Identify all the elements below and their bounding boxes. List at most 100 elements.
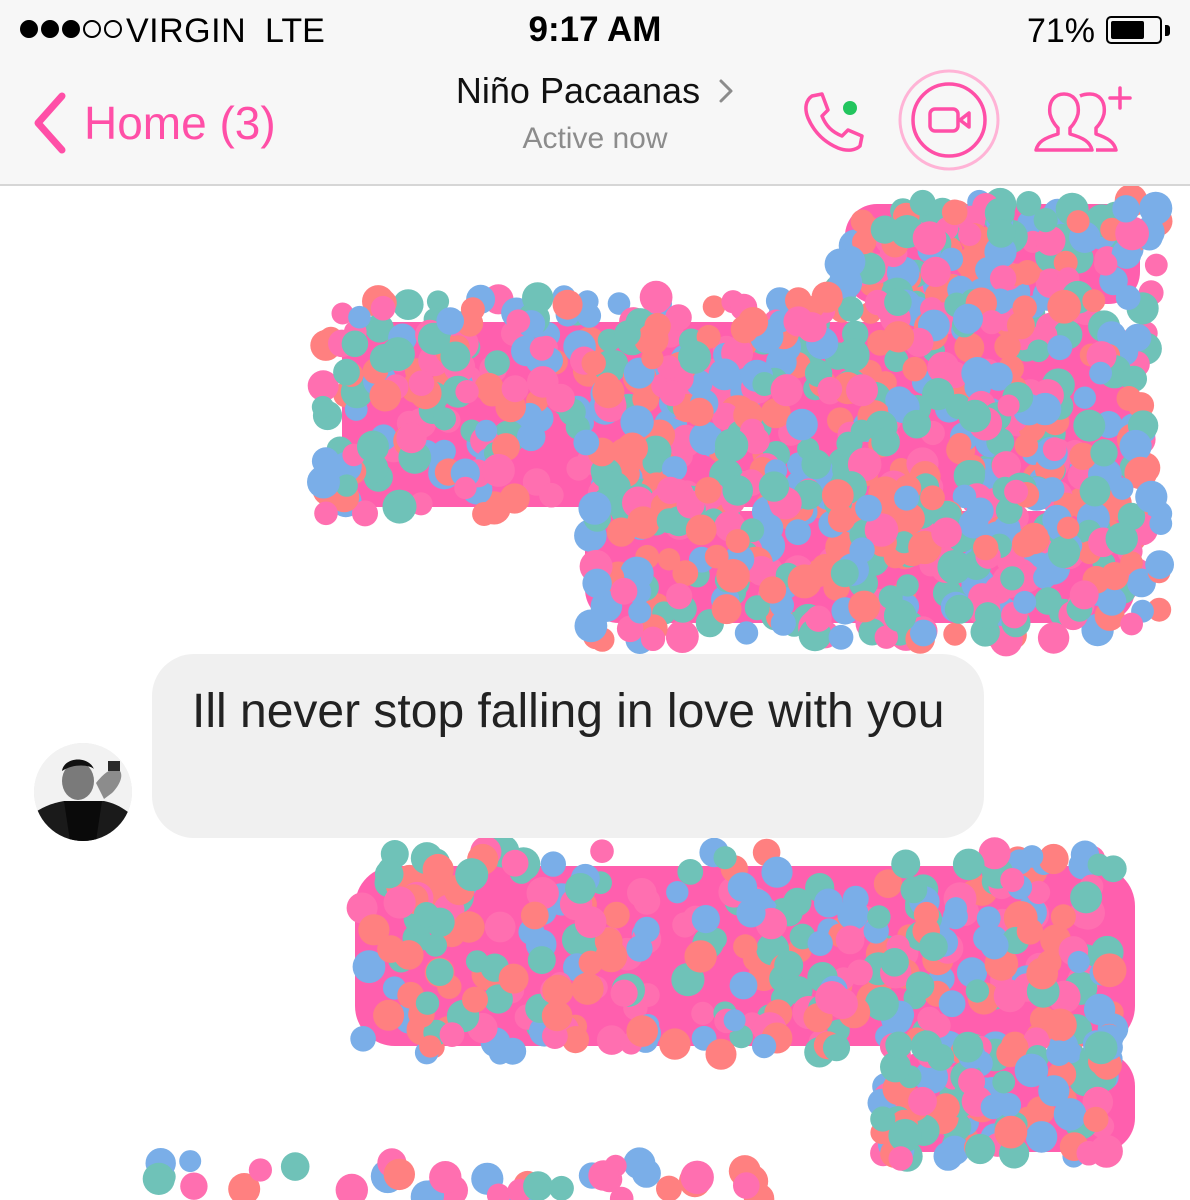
scribble-dot (1089, 361, 1112, 385)
scribble-dot (1066, 210, 1090, 234)
scribble-dot (453, 911, 485, 943)
scribble-dot (426, 958, 454, 986)
scribble-dot (1100, 562, 1129, 591)
scribble-dot (713, 846, 737, 870)
scribble-dot (501, 375, 529, 403)
scribble-dot (369, 343, 399, 373)
scribble-dot (917, 1006, 942, 1031)
scribble-dot (578, 491, 612, 525)
message-list[interactable]: Ill never stop falling in love with you (0, 186, 1190, 1200)
scribble-dot (574, 906, 607, 939)
scribble-dot (1112, 195, 1140, 223)
scribble-dot (641, 347, 664, 370)
scribble-dot (920, 485, 945, 511)
scribble-dot (836, 338, 870, 372)
scribble-dot (677, 859, 704, 885)
scribble-dot (900, 876, 928, 904)
scribble-dot (472, 502, 497, 526)
conversation-header: Home (3) Niño Pacaanas Active now (0, 62, 1190, 186)
scribble-dot (1073, 386, 1097, 409)
scribble-dot (566, 456, 591, 481)
scribble-dot (639, 280, 673, 314)
scribble-dot (475, 419, 498, 442)
scribble-dot (439, 1022, 465, 1047)
scribble-dot (640, 626, 666, 651)
scribble-dot (574, 609, 608, 643)
scribble-dot (1116, 386, 1142, 411)
scribble-dot (573, 429, 600, 456)
scribble-dot (374, 859, 404, 889)
scribble-dot (540, 851, 566, 877)
scribble-dot (370, 295, 396, 321)
scribble-dot (723, 1009, 746, 1032)
scribble-dot (1139, 191, 1173, 225)
scribble-dot (888, 1146, 913, 1171)
scribble-dot (730, 315, 759, 344)
incoming-message-bubble[interactable]: Ill never stop falling in love with you (152, 654, 984, 838)
scribble-dot (460, 297, 485, 322)
scribble-dot (867, 905, 891, 929)
scribble-dot (948, 432, 972, 456)
scribble-dot (849, 537, 875, 563)
scribble-dot (1027, 339, 1050, 363)
scribble-dot (455, 380, 479, 404)
scribble-dot (944, 594, 974, 624)
scribble-dot (801, 449, 831, 480)
scribble-dot (1067, 950, 1090, 974)
scribble-dot (1000, 566, 1025, 591)
scribble-dot (179, 1150, 202, 1173)
back-button[interactable]: Home (3) (30, 90, 276, 156)
scribble-dot (581, 351, 606, 376)
scribble-dot (994, 1115, 1028, 1149)
scribble-dot (752, 1034, 777, 1059)
scribble-dot (527, 946, 556, 975)
scribble-dot (373, 999, 405, 1031)
scribble-dot (705, 1038, 737, 1070)
battery-percent: 71% (1026, 12, 1095, 50)
scribble-dot (1083, 993, 1116, 1026)
contact-status: Active now (522, 122, 668, 155)
scribble-dot (333, 358, 360, 386)
scribble-dot (348, 305, 371, 329)
scribble-dot (908, 1086, 937, 1116)
scribble-dot (785, 519, 811, 546)
scribble-dot (626, 506, 660, 539)
scribble-dot (759, 576, 787, 604)
chevron-right-icon (719, 79, 733, 103)
contact-title[interactable]: Niño Pacaanas Active now (395, 70, 795, 156)
add-people-button[interactable] (1030, 86, 1134, 161)
scribble-dot (180, 1172, 208, 1200)
scribble-dot (455, 858, 489, 892)
scribble-dot (1037, 622, 1070, 654)
scribble-dot (725, 529, 750, 553)
scribble-dot (672, 560, 699, 587)
scribble-dot (885, 1031, 913, 1059)
scribble-dot (1105, 522, 1138, 555)
scribble-dot (848, 590, 881, 623)
scribble-dot (761, 856, 793, 888)
scribble-dot (902, 409, 931, 439)
scribble-dot (1047, 535, 1081, 569)
scribble-dot (1025, 1121, 1058, 1153)
video-call-button[interactable] (897, 68, 1001, 177)
audio-call-button[interactable] (798, 86, 868, 161)
scribble-dot (1015, 260, 1040, 285)
scribble-dot (902, 356, 928, 382)
scribble-dot (429, 1161, 462, 1194)
scribble-dot (1011, 530, 1039, 558)
scribble-dot (631, 1158, 661, 1188)
scribble-dot (919, 932, 948, 961)
scribble-dot (1115, 216, 1149, 251)
message-text: Ill never stop falling in love with you (192, 685, 945, 738)
scribble-dot (582, 568, 612, 598)
scribble-dot (993, 979, 1027, 1013)
contact-avatar[interactable] (34, 743, 132, 841)
scribble-dot (501, 849, 529, 877)
scribble-dot (734, 621, 759, 645)
scribble-dot (837, 898, 869, 931)
scribble-dot (815, 981, 849, 1015)
scribble-dot (498, 963, 529, 994)
scribble-dot (422, 853, 454, 886)
scribble-dot (953, 303, 983, 334)
scribble-dot (980, 1094, 1006, 1120)
